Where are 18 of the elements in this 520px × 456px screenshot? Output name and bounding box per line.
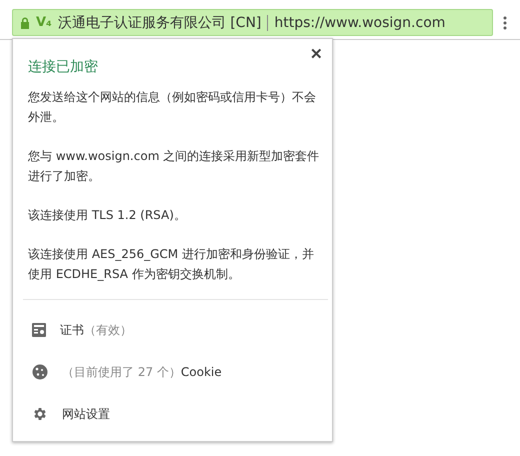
lock-icon (20, 16, 30, 28)
cookies-link[interactable]: （目前使用了 27 个）Cookie (62, 364, 222, 380)
info-paragraph: 您与 www.wosign.com 之间的连接采用新型加密套件进行了加密。 (28, 148, 320, 185)
info-paragraph: 该连接使用 TLS 1.2 (RSA)。 (28, 207, 187, 224)
ev-label: V₄ (36, 15, 52, 30)
url-text: https://www.wosign.com (274, 14, 446, 30)
info-paragraph: 该连接使用 AES_256_GCM 进行加密和身份验证，并使用 ECDHE_RSA 作为密钥交换机制。 (28, 246, 315, 283)
cookie-icon (32, 364, 48, 380)
settings-icon (32, 406, 48, 422)
popup-title: 连接已加密 (28, 58, 99, 76)
address-bar[interactable]: V₄ 沃通电子认证服务有限公司 [CN] https://www.wosign.com (12, 9, 493, 36)
certificate-owner: 沃通电子认证服务有限公司 [CN] (58, 14, 262, 32)
site-settings-link[interactable]: 网站设置 (62, 406, 110, 422)
close-button[interactable]: ✕ (310, 45, 323, 63)
certificate-icon (32, 323, 46, 337)
menu-icon[interactable] (503, 16, 507, 30)
info-paragraph: 您发送给这个网站的信息（例如密码或信用卡号）不会外泄。 (28, 89, 317, 126)
certificate-link[interactable]: 证书（有效） (60, 322, 132, 338)
